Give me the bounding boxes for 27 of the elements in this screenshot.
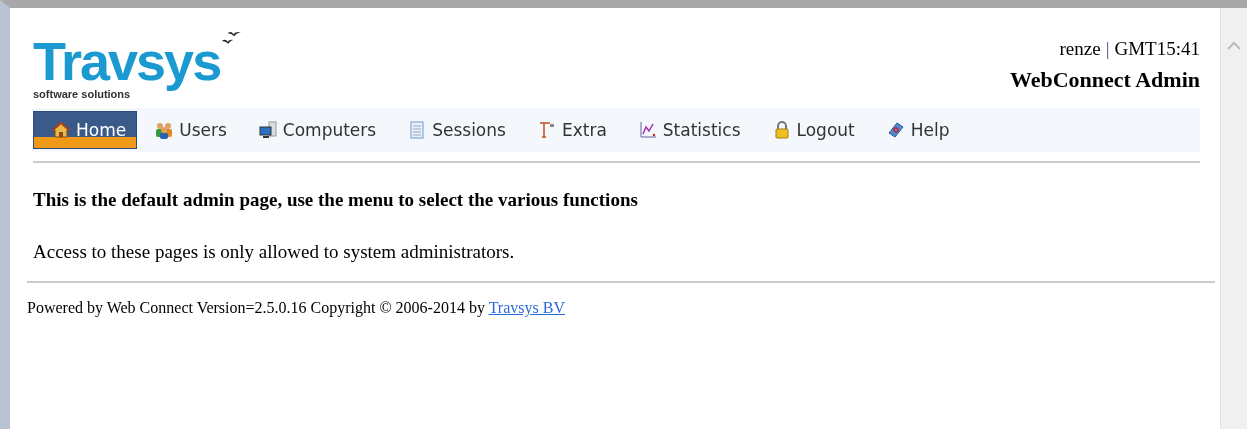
crane-icon: [537, 121, 556, 139]
help-book-icon: [886, 121, 905, 139]
nav-item[interactable]: Logout: [754, 111, 869, 149]
time-label: GMT15:41: [1114, 38, 1200, 60]
user-name: renze: [1059, 38, 1101, 60]
nav-item[interactable]: Statistics: [620, 111, 755, 149]
nav-item[interactable]: Home: [33, 111, 138, 149]
app-title: WebConnect Admin: [1009, 67, 1200, 93]
scrollbar[interactable]: [1220, 8, 1247, 429]
chart-icon: [638, 121, 657, 139]
nav-item[interactable]: Computers: [240, 111, 391, 149]
scroll-up-icon[interactable]: [1227, 41, 1241, 50]
company-link[interactable]: Travsys BV: [488, 299, 565, 316]
nav-item[interactable]: Sessions: [390, 111, 520, 149]
separator: |: [1105, 38, 1110, 60]
nav-item[interactable]: Users: [137, 111, 241, 149]
page-heading: This is the default admin page, use the menu to select the various functions: [33, 189, 639, 211]
document-icon: [408, 121, 427, 139]
logo-tagline: software solutions: [33, 88, 131, 101]
computer-icon: [258, 121, 277, 139]
lock-icon: [772, 121, 791, 139]
info-text: Access to these pages is only allowed to system administrators.: [33, 241, 516, 263]
nav-item[interactable]: Extra: [519, 111, 621, 149]
users-icon: [155, 121, 174, 139]
house-icon: [52, 121, 70, 139]
nav-item[interactable]: Help: [868, 111, 964, 149]
footer-text: Powered by Web Connect Version=2.5.0.16 Copyright © 2006-2014 by Travsys BV: [27, 299, 566, 317]
